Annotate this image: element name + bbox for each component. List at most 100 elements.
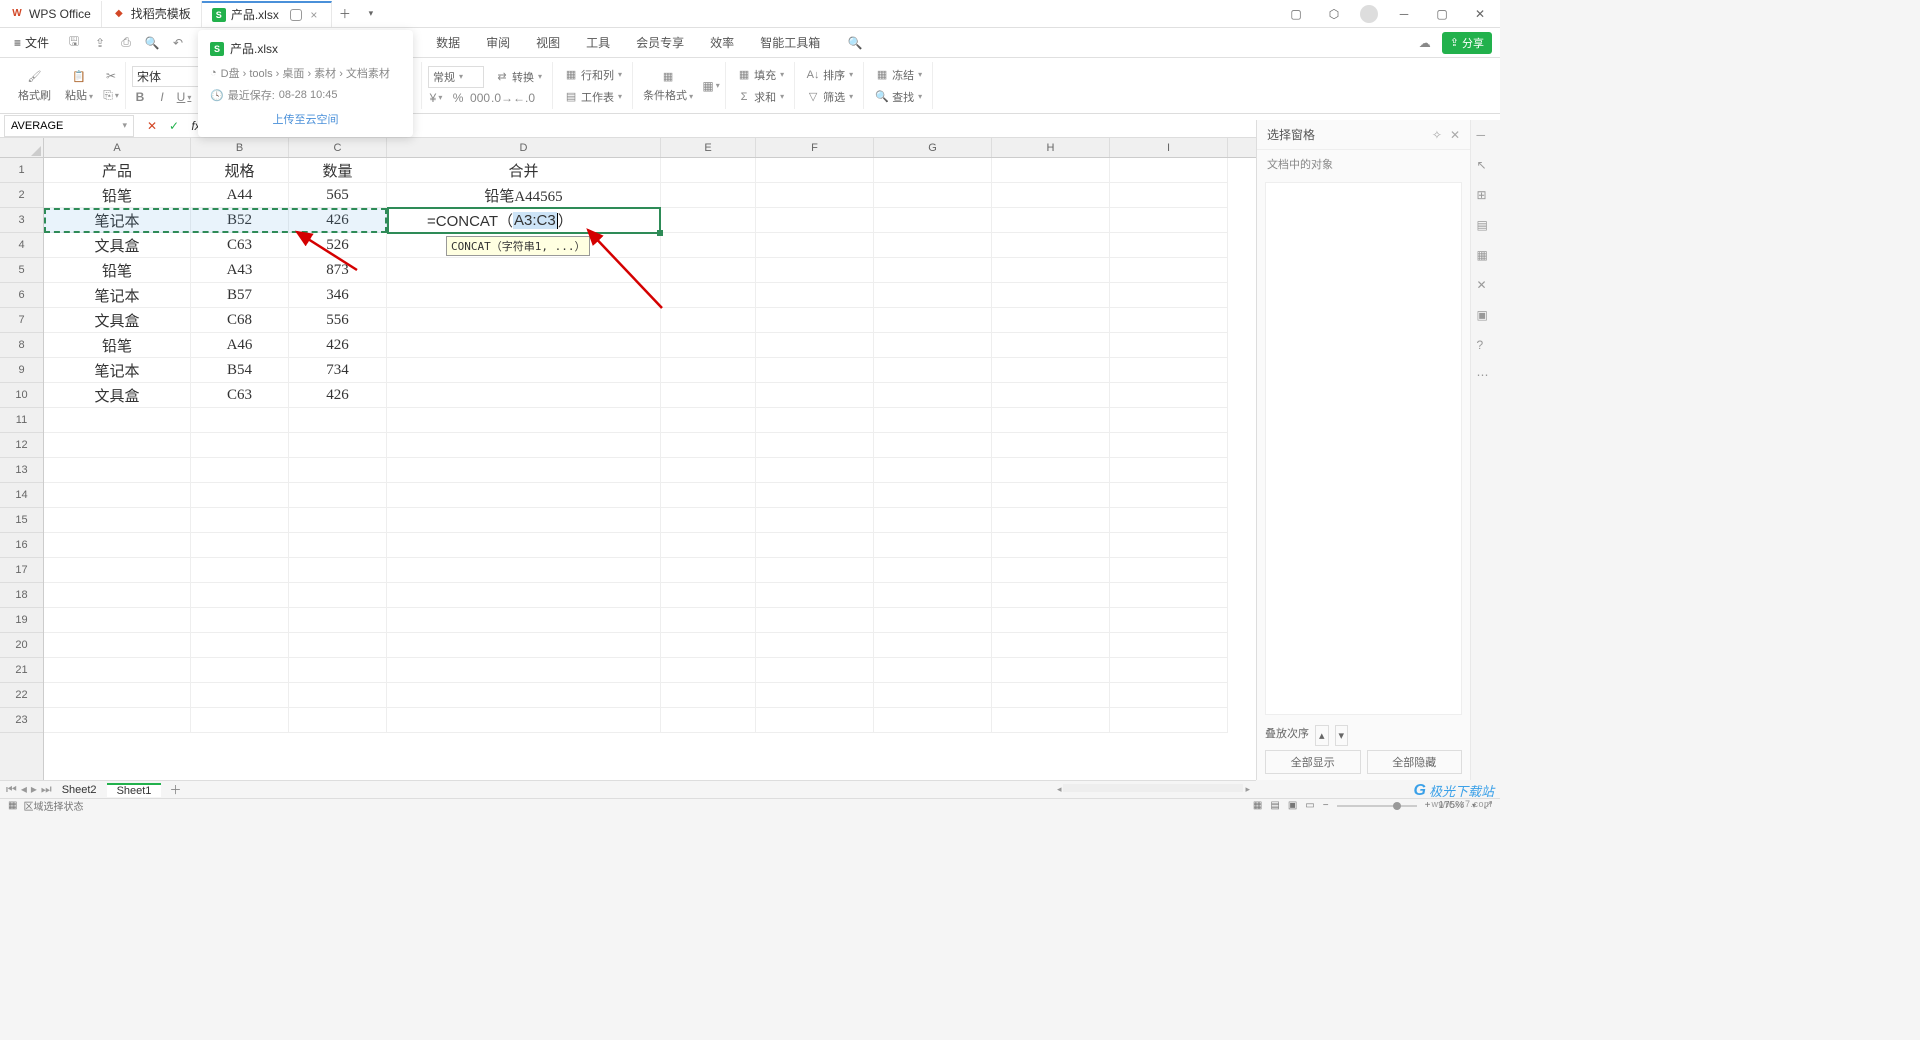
cell[interactable] [191,533,289,558]
cell[interactable] [191,408,289,433]
cell[interactable] [661,383,756,408]
new-tab-button[interactable]: ＋ [332,5,358,22]
column-header[interactable]: C [289,138,387,157]
copy-icon[interactable]: ⎘ [103,87,119,103]
last-sheet-icon[interactable]: ⏭ [41,782,52,797]
cell[interactable] [387,433,661,458]
cell[interactable] [1110,158,1228,183]
format-painter-button[interactable]: 🖌格式刷 [14,67,55,105]
show-all-button[interactable]: 全部显示 [1265,750,1361,774]
cell[interactable] [874,333,992,358]
cell[interactable] [874,533,992,558]
cell[interactable] [992,708,1110,733]
file-path-row[interactable]: ◔ D盘 › tools › 桌面 › 素材 › 文档素材 [210,65,401,81]
cell[interactable] [289,658,387,683]
cell[interactable] [44,508,191,533]
tab-tools[interactable]: 工具 [574,28,622,58]
convert-button[interactable]: ⇄转换 [490,67,546,87]
row-header[interactable]: 15 [0,508,43,533]
tab-review[interactable]: 审阅 [474,28,522,58]
cell[interactable] [191,508,289,533]
cell[interactable] [992,608,1110,633]
cell[interactable] [387,308,661,333]
cell[interactable] [191,483,289,508]
cell[interactable] [874,258,992,283]
cell[interactable] [661,683,756,708]
cell[interactable] [992,483,1110,508]
cell[interactable] [1110,258,1228,283]
cell[interactable] [756,508,874,533]
cell[interactable] [1110,408,1228,433]
cell[interactable] [661,608,756,633]
cell[interactable] [992,558,1110,583]
cell[interactable] [661,658,756,683]
column-header[interactable]: E [661,138,756,157]
row-header[interactable]: 16 [0,533,43,558]
cancel-formula-icon[interactable]: ✕ [142,116,162,136]
cell[interactable] [289,533,387,558]
cell[interactable] [874,283,992,308]
italic-icon[interactable]: I [154,89,170,105]
cell[interactable] [289,433,387,458]
cell[interactable] [191,558,289,583]
column-header[interactable]: I [1110,138,1228,157]
cell[interactable]: 铅笔 [44,183,191,208]
sum-button[interactable]: Σ求和 [732,87,788,107]
cell[interactable]: 笔记本 [44,208,191,233]
prev-sheet-icon[interactable]: ◂ [21,782,27,797]
cell[interactable] [661,208,756,233]
cell[interactable] [874,408,992,433]
cell[interactable] [992,458,1110,483]
underline-icon[interactable]: U [176,89,192,105]
zoom-in-icon[interactable]: + [1425,800,1431,811]
cell[interactable] [387,283,661,308]
cell[interactable]: B54 [191,358,289,383]
cell[interactable]: 合并 [387,158,661,183]
cell[interactable]: 526 [289,233,387,258]
cell[interactable] [756,258,874,283]
cell[interactable] [874,508,992,533]
view-break-icon[interactable]: ▣ [1288,800,1297,811]
cell[interactable]: C68 [191,308,289,333]
cell[interactable] [387,658,661,683]
cell[interactable] [1110,458,1228,483]
cell[interactable] [874,158,992,183]
cell[interactable]: 346 [289,283,387,308]
cell[interactable] [44,558,191,583]
cell[interactable]: 笔记本 [44,283,191,308]
cell[interactable] [874,558,992,583]
cell[interactable] [289,408,387,433]
row-header[interactable]: 9 [0,358,43,383]
cell[interactable] [1110,333,1228,358]
cell[interactable] [289,458,387,483]
cell[interactable] [289,608,387,633]
cell[interactable] [992,183,1110,208]
view-page-icon[interactable]: ▤ [1270,800,1279,811]
upload-to-cloud-link[interactable]: 上传至云空间 [210,111,401,127]
cell[interactable] [1110,183,1228,208]
cell[interactable]: 笔记本 [44,358,191,383]
name-box-input[interactable] [11,120,101,132]
cell[interactable] [992,583,1110,608]
tab-menu-button[interactable]: ▾ [358,8,384,19]
cell[interactable] [874,683,992,708]
cell[interactable] [387,333,661,358]
cell[interactable] [874,483,992,508]
cell[interactable] [1110,383,1228,408]
row-header[interactable]: 18 [0,583,43,608]
cell[interactable] [874,358,992,383]
cell[interactable] [756,233,874,258]
cell[interactable] [1110,608,1228,633]
cell[interactable] [191,633,289,658]
cell[interactable]: 556 [289,308,387,333]
cell[interactable] [661,533,756,558]
move-up-button[interactable]: ▴ [1315,725,1329,746]
cell[interactable] [756,658,874,683]
paste-button[interactable]: 📋粘贴 [61,67,97,105]
row-header[interactable]: 13 [0,458,43,483]
tab-efficiency[interactable]: 效率 [698,28,746,58]
cell[interactable]: 文具盒 [44,383,191,408]
file-menu[interactable]: ≡ 文件 [8,34,55,51]
cell[interactable] [756,458,874,483]
cell[interactable] [992,383,1110,408]
